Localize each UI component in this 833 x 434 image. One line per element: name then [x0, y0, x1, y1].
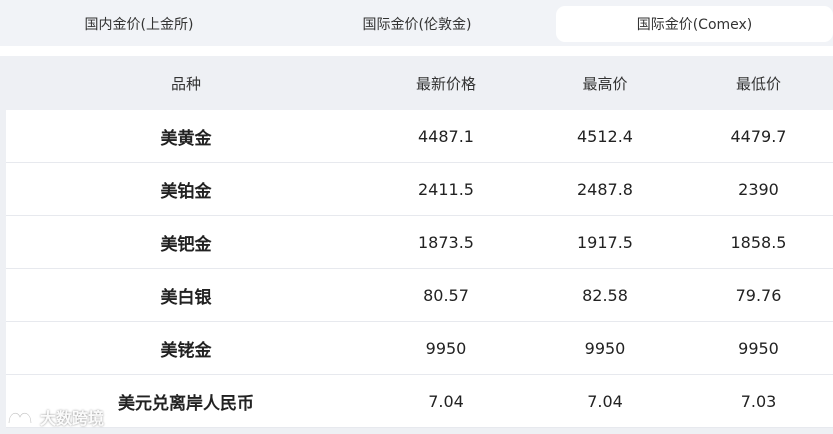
row-name: 美钯金: [160, 234, 212, 255]
header-latest-price: 最新价格: [415, 74, 476, 93]
row-latest: 9950: [425, 338, 467, 358]
row-name: 美白银: [160, 287, 212, 308]
watermark: 大数跨境: [6, 404, 104, 430]
table-body: 美黄金 4487.1 4512.4 4479.7 美铂金 2411.5 2487…: [6, 110, 833, 428]
row-low: 9950: [738, 338, 779, 358]
row-name: 美铑金: [160, 340, 212, 361]
header-variety: 品种: [170, 74, 201, 93]
table-header: 品种 最新价格 最高价 最低价: [6, 56, 833, 110]
row-high: 7.04: [587, 391, 623, 411]
row-name: 美铂金: [160, 181, 212, 202]
row-low: 2390: [738, 179, 779, 199]
row-high: 2487.8: [577, 179, 633, 199]
row-latest: 2411.5: [418, 179, 474, 199]
row-low: 79.76: [735, 285, 782, 305]
row-high: 4512.4: [577, 126, 633, 146]
watermark-text: 大数跨境: [40, 409, 105, 428]
row-low: 7.03: [740, 391, 777, 411]
row-latest: 7.04: [428, 391, 464, 411]
tab-bar: 国内金价(上金所) 国际金价(伦敦金) 国际金价(Comex): [0, 0, 833, 46]
table-row: 美铂金 2411.5 2487.8 2390: [6, 163, 833, 216]
tab-gap: [0, 46, 833, 56]
brand-logo-icon: [7, 411, 33, 425]
table-row: 美白银 80.57 82.58 79.76: [6, 269, 833, 322]
row-name: 美黄金: [160, 128, 212, 149]
tab-london-gold[interactable]: 国际金价(伦敦金): [278, 6, 556, 42]
price-table: 品种 最新价格 最高价 最低价 美黄金 4487.1 4512.4 4479.7…: [0, 56, 833, 434]
row-high: 1917.5: [577, 232, 633, 252]
table-row: 美铑金 9950 9950 9950: [6, 322, 833, 375]
table-row: 美元兑离岸人民币 7.04 7.04 7.03: [6, 375, 833, 428]
row-latest: 1873.5: [418, 232, 474, 252]
table-row: 美钯金 1873.5 1917.5 1858.5: [6, 216, 833, 269]
header-high-price: 最高价: [582, 74, 628, 93]
table-row: 美黄金 4487.1 4512.4 4479.7: [6, 110, 833, 163]
row-latest: 4487.1: [418, 126, 474, 146]
tab-domestic-gold[interactable]: 国内金价(上金所): [0, 6, 278, 42]
header-low-price: 最低价: [735, 74, 781, 93]
tab-comex-gold[interactable]: 国际金价(Comex): [556, 6, 833, 42]
row-low: 1858.5: [730, 232, 787, 252]
row-high: 82.58: [582, 285, 628, 305]
row-latest: 80.57: [423, 285, 469, 305]
row-high: 9950: [584, 338, 626, 358]
row-low: 4479.7: [730, 126, 787, 146]
